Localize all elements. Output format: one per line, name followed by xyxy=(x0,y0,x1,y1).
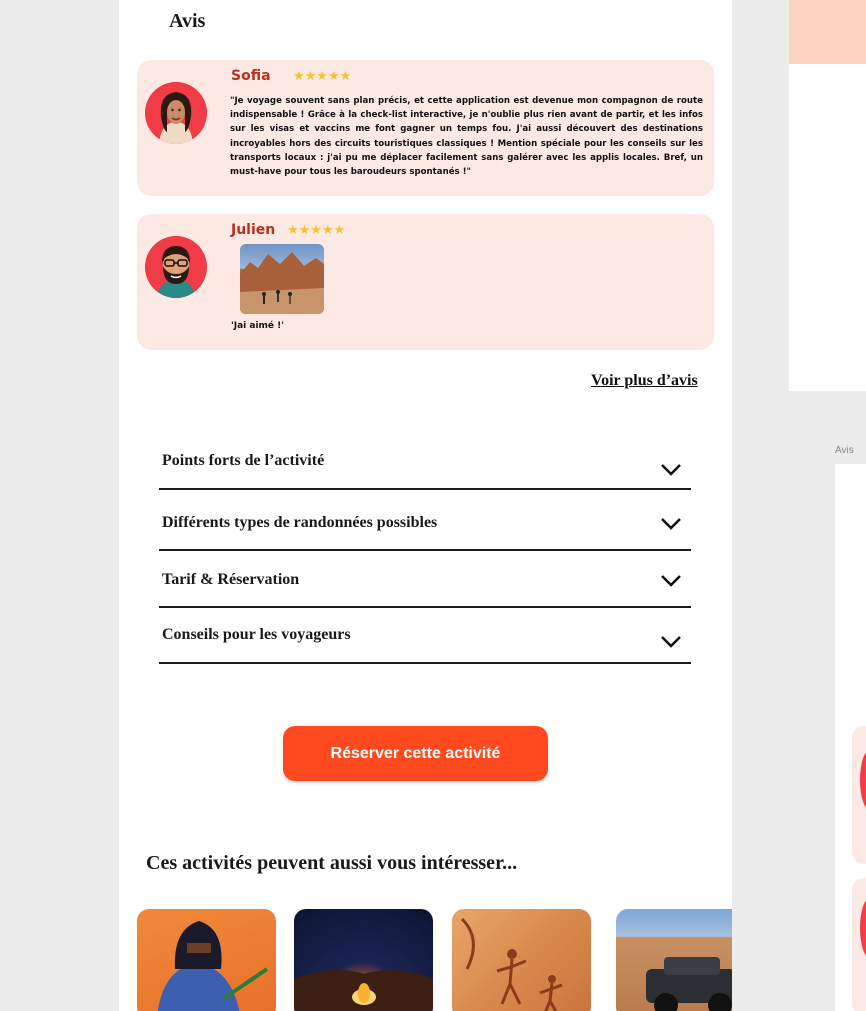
accordion-pricing[interactable]: Tarif & Réservation xyxy=(159,552,691,608)
avatar xyxy=(145,236,207,298)
chevron-down-icon xyxy=(661,518,681,530)
reviewer-name: Julien xyxy=(231,222,276,238)
chevron-down-icon xyxy=(661,575,681,587)
accordion-tips[interactable]: Conseils pour les voyageurs xyxy=(159,608,691,664)
review-photo[interactable] xyxy=(240,244,324,314)
side-review-card xyxy=(852,726,866,864)
related-activities-title: Ces activités peuvent aussi vous intéres… xyxy=(146,852,518,874)
related-activity-card[interactable] xyxy=(616,909,732,1011)
review-text: 'Jai aimé !' xyxy=(231,321,285,331)
book-activity-button[interactable]: Réserver cette activité xyxy=(283,726,548,781)
side-panel-preview xyxy=(789,0,866,391)
side-panel-header xyxy=(789,0,866,64)
related-activity-card[interactable] xyxy=(452,909,591,1011)
review-card: Julien ★★★★★ 'Jai aimé !' xyxy=(137,214,714,350)
rating-stars-icon: ★★★★★ xyxy=(293,68,352,83)
reviewer-name: Sofia xyxy=(231,68,271,84)
related-activity-card[interactable] xyxy=(137,909,276,1011)
chevron-down-icon xyxy=(661,636,681,648)
reviews-title: Avis xyxy=(169,10,206,32)
side-frame-preview xyxy=(835,464,866,1011)
accordion-label: Tarif & Réservation xyxy=(162,571,300,588)
avatar xyxy=(145,82,207,144)
activity-page: Avis Sofia ★★★★★ "Je voyage souvent sans… xyxy=(119,0,732,1011)
accordion-highlights[interactable]: Points forts de l’activité xyxy=(159,434,691,490)
review-card: Sofia ★★★★★ "Je voyage souvent sans plan… xyxy=(137,60,714,196)
related-activity-card[interactable] xyxy=(294,909,433,1011)
review-text: "Je voyage souvent sans plan précis, et … xyxy=(230,96,703,178)
accordion-label: Conseils pour les voyageurs xyxy=(162,626,351,643)
avatar xyxy=(860,898,866,958)
more-reviews-link[interactable]: Voir plus d’avis xyxy=(591,372,698,390)
accordion-hike-types[interactable]: Différents types de randonnées possibles xyxy=(159,495,691,551)
chevron-down-icon xyxy=(661,464,681,476)
side-review-card xyxy=(852,878,866,1011)
accordion-label: Différents types de randonnées possibles xyxy=(162,514,438,531)
accordion-label: Points forts de l’activité xyxy=(162,452,325,469)
rating-stars-icon: ★★★★★ xyxy=(287,222,346,237)
avatar xyxy=(860,750,866,810)
side-frame-label: Avis xyxy=(835,445,854,456)
